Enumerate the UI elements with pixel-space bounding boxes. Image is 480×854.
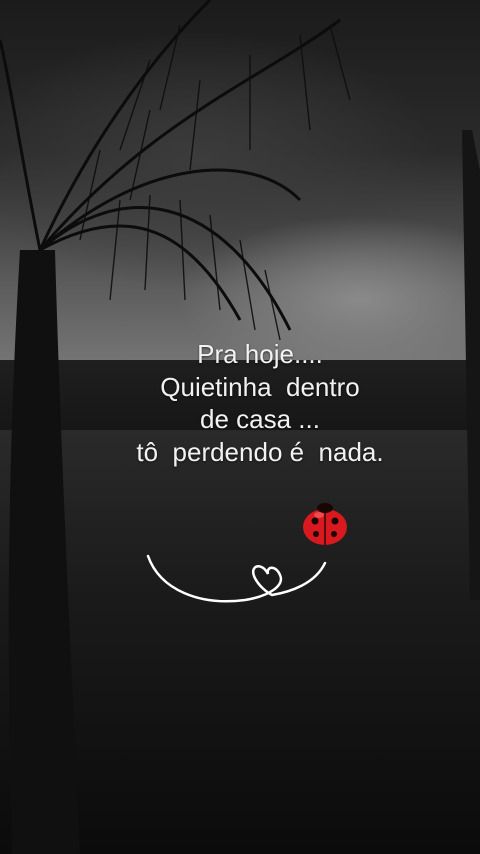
decorative-overlay xyxy=(146,503,347,603)
ladybug-icon xyxy=(303,503,347,545)
heart-swirl-icon xyxy=(146,554,327,603)
